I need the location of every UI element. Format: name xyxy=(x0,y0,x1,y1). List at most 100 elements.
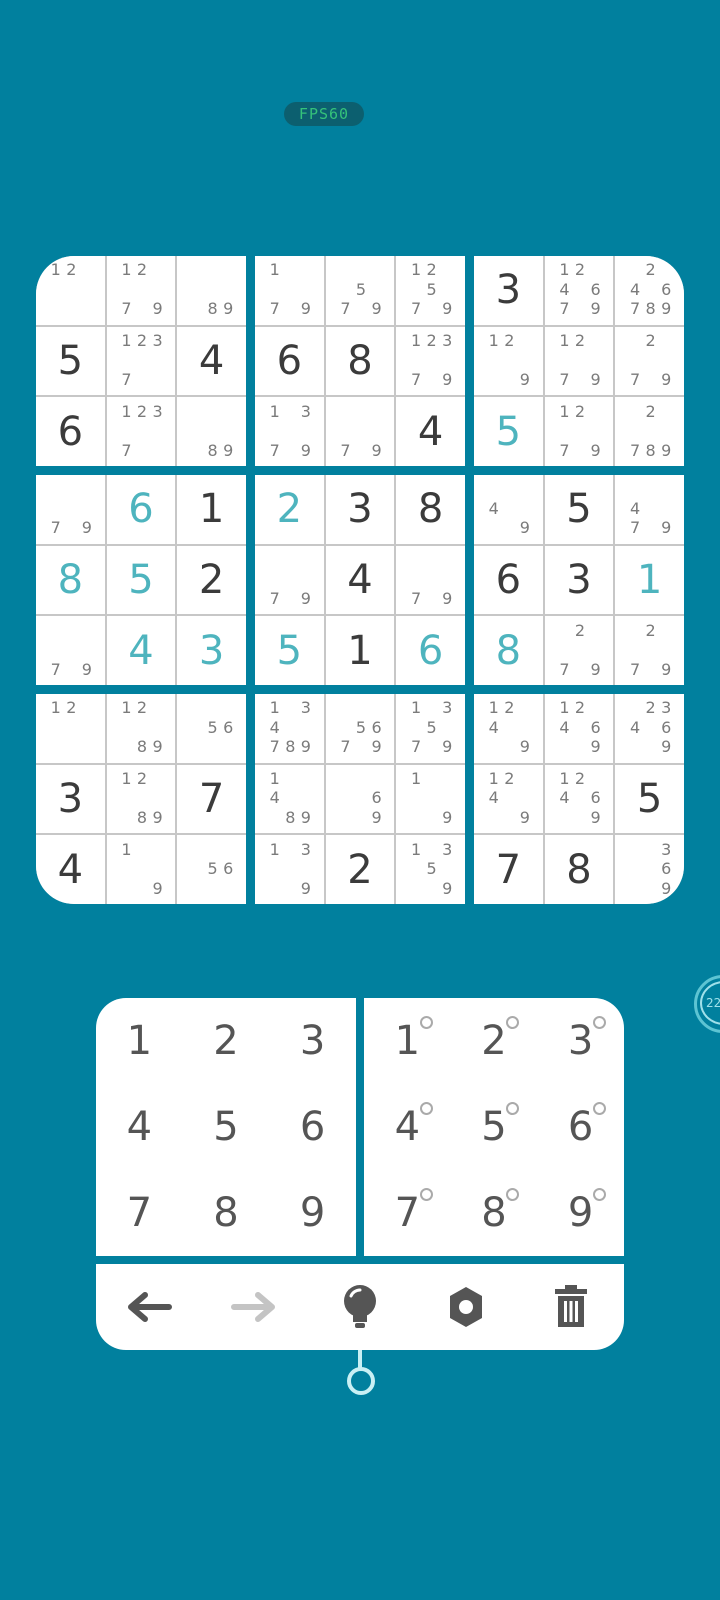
sudoku-cell[interactable]: 1 xyxy=(615,545,684,615)
delete-button[interactable] xyxy=(541,1277,601,1337)
sudoku-cell[interactable]: 124679 xyxy=(544,256,614,325)
sudoku-cell[interactable]: 2 xyxy=(325,835,395,904)
sudoku-cell[interactable]: 13 9 xyxy=(255,835,324,904)
sudoku-cell[interactable]: 8 xyxy=(325,326,395,396)
sudoku-cell[interactable]: 3 xyxy=(36,764,105,834)
sudoku-cell[interactable]: 5 xyxy=(255,616,324,685)
note-key-6[interactable]: 6 xyxy=(537,1084,624,1170)
sudoku-cell[interactable]: 369 xyxy=(615,835,684,904)
sudoku-cell[interactable]: 2 xyxy=(255,475,324,544)
sudoku-cell[interactable]: 129 xyxy=(474,326,543,396)
sudoku-cell[interactable]: 8 xyxy=(36,545,105,615)
note-key-3[interactable]: 3 xyxy=(537,998,624,1084)
sudoku-cell[interactable]: 12 89 xyxy=(106,694,176,763)
sudoku-cell[interactable]: 579 xyxy=(325,256,395,325)
note-key-4[interactable]: 4 xyxy=(364,1084,451,1170)
sudoku-cell[interactable]: 4 xyxy=(36,835,105,904)
sudoku-cell[interactable]: 4 xyxy=(396,397,465,466)
sudoku-cell[interactable]: 79 xyxy=(36,475,105,544)
sudoku-cell[interactable]: 479 xyxy=(615,475,684,544)
sudoku-cell[interactable]: 8 xyxy=(474,616,543,685)
sudoku-cell[interactable]: 89 xyxy=(177,256,246,325)
note-key-9[interactable]: 9 xyxy=(537,1170,624,1256)
sudoku-cell[interactable]: 3 xyxy=(544,545,614,615)
number-key-9[interactable]: 9 xyxy=(269,1170,356,1256)
sudoku-cell[interactable]: 19 xyxy=(106,835,176,904)
sudoku-cell[interactable]: 12469 xyxy=(544,764,614,834)
sudoku-cell[interactable]: 56 xyxy=(177,835,246,904)
sudoku-cell[interactable]: 134789 xyxy=(255,694,324,763)
redo-button[interactable] xyxy=(224,1277,284,1337)
sudoku-cell[interactable]: 6 xyxy=(106,475,176,544)
number-key-6[interactable]: 6 xyxy=(269,1084,356,1170)
sudoku-cell[interactable]: 1 xyxy=(177,475,246,544)
sudoku-cell[interactable]: 8 xyxy=(396,475,465,544)
sudoku-cell[interactable]: 6 xyxy=(474,545,543,615)
sudoku-cell[interactable]: 1279 xyxy=(544,397,614,466)
sudoku-cell[interactable]: 5 xyxy=(544,475,614,544)
hint-button[interactable] xyxy=(330,1277,390,1337)
sudoku-cell[interactable]: 6 xyxy=(255,326,324,396)
sudoku-cell[interactable]: 89 xyxy=(177,397,246,466)
sudoku-cell[interactable]: 1279 xyxy=(106,256,176,325)
sudoku-cell[interactable]: 12469 xyxy=(544,694,614,763)
number-key-7[interactable]: 7 xyxy=(96,1170,183,1256)
number-key-5[interactable]: 5 xyxy=(183,1084,270,1170)
sudoku-cell[interactable]: 246789 xyxy=(615,256,684,325)
number-key-8[interactable]: 8 xyxy=(183,1170,270,1256)
sudoku-cell[interactable]: 56 xyxy=(177,694,246,763)
note-key-8[interactable]: 8 xyxy=(451,1170,538,1256)
sudoku-cell[interactable]: 6 xyxy=(396,616,465,685)
sudoku-cell[interactable]: 2 xyxy=(177,545,246,615)
sudoku-cell[interactable]: 19 xyxy=(396,764,465,834)
sudoku-cell[interactable]: 7 xyxy=(474,835,543,904)
note-key-5[interactable]: 5 xyxy=(451,1084,538,1170)
note-key-2[interactable]: 2 xyxy=(451,998,538,1084)
number-key-2[interactable]: 2 xyxy=(183,998,270,1084)
sudoku-cell[interactable]: 12 xyxy=(36,694,105,763)
sudoku-cell[interactable]: 279 xyxy=(615,616,684,685)
number-key-3[interactable]: 3 xyxy=(269,998,356,1084)
sudoku-cell[interactable]: 49 xyxy=(474,475,543,544)
sudoku-cell[interactable]: 1279 xyxy=(544,326,614,396)
undo-button[interactable] xyxy=(119,1277,179,1337)
sudoku-cell[interactable]: 5 xyxy=(106,545,176,615)
sudoku-cell[interactable]: 79 xyxy=(36,616,105,685)
sudoku-cell[interactable]: 3 xyxy=(474,256,543,325)
sudoku-cell[interactable]: 13579 xyxy=(396,694,465,763)
number-key-4[interactable]: 4 xyxy=(96,1084,183,1170)
sudoku-cell[interactable]: 79 xyxy=(396,545,465,615)
sudoku-cell[interactable]: 1249 xyxy=(474,694,543,763)
sudoku-cell[interactable]: 8 xyxy=(544,835,614,904)
sudoku-cell[interactable]: 1 xyxy=(325,616,395,685)
sudoku-cell[interactable]: 1489 xyxy=(255,764,324,834)
sudoku-cell[interactable]: 6 xyxy=(36,397,105,466)
sudoku-cell[interactable]: 1359 xyxy=(396,835,465,904)
sudoku-cell[interactable]: 7 xyxy=(177,764,246,834)
sudoku-cell[interactable]: 12 89 xyxy=(106,764,176,834)
sudoku-cell[interactable]: 23469 xyxy=(615,694,684,763)
sudoku-cell[interactable]: 4 xyxy=(177,326,246,396)
sudoku-cell[interactable]: 5679 xyxy=(325,694,395,763)
sudoku-cell[interactable]: 12379 xyxy=(396,326,465,396)
sudoku-cell[interactable]: 79 xyxy=(325,397,395,466)
drag-handle-knob[interactable] xyxy=(347,1367,375,1395)
sudoku-cell[interactable]: 79 xyxy=(255,545,324,615)
sudoku-cell[interactable]: 1379 xyxy=(255,397,324,466)
number-key-1[interactable]: 1 xyxy=(96,998,183,1084)
settings-button[interactable] xyxy=(436,1277,496,1337)
note-key-1[interactable]: 1 xyxy=(364,998,451,1084)
sudoku-cell[interactable]: 2789 xyxy=(615,397,684,466)
sudoku-cell[interactable]: 3 xyxy=(177,616,246,685)
sudoku-cell[interactable]: 3 xyxy=(325,475,395,544)
sudoku-cell[interactable]: 1237 xyxy=(106,326,176,396)
sudoku-cell[interactable]: 279 xyxy=(544,616,614,685)
sudoku-cell[interactable]: 12 xyxy=(36,256,105,325)
sudoku-cell[interactable]: 5 xyxy=(615,764,684,834)
sudoku-cell[interactable]: 5 xyxy=(474,397,543,466)
note-key-7[interactable]: 7 xyxy=(364,1170,451,1256)
sudoku-cell[interactable]: 69 xyxy=(325,764,395,834)
sudoku-cell[interactable]: 279 xyxy=(615,326,684,396)
sudoku-cell[interactable]: 4 xyxy=(325,545,395,615)
sudoku-cell[interactable]: 4 xyxy=(106,616,176,685)
